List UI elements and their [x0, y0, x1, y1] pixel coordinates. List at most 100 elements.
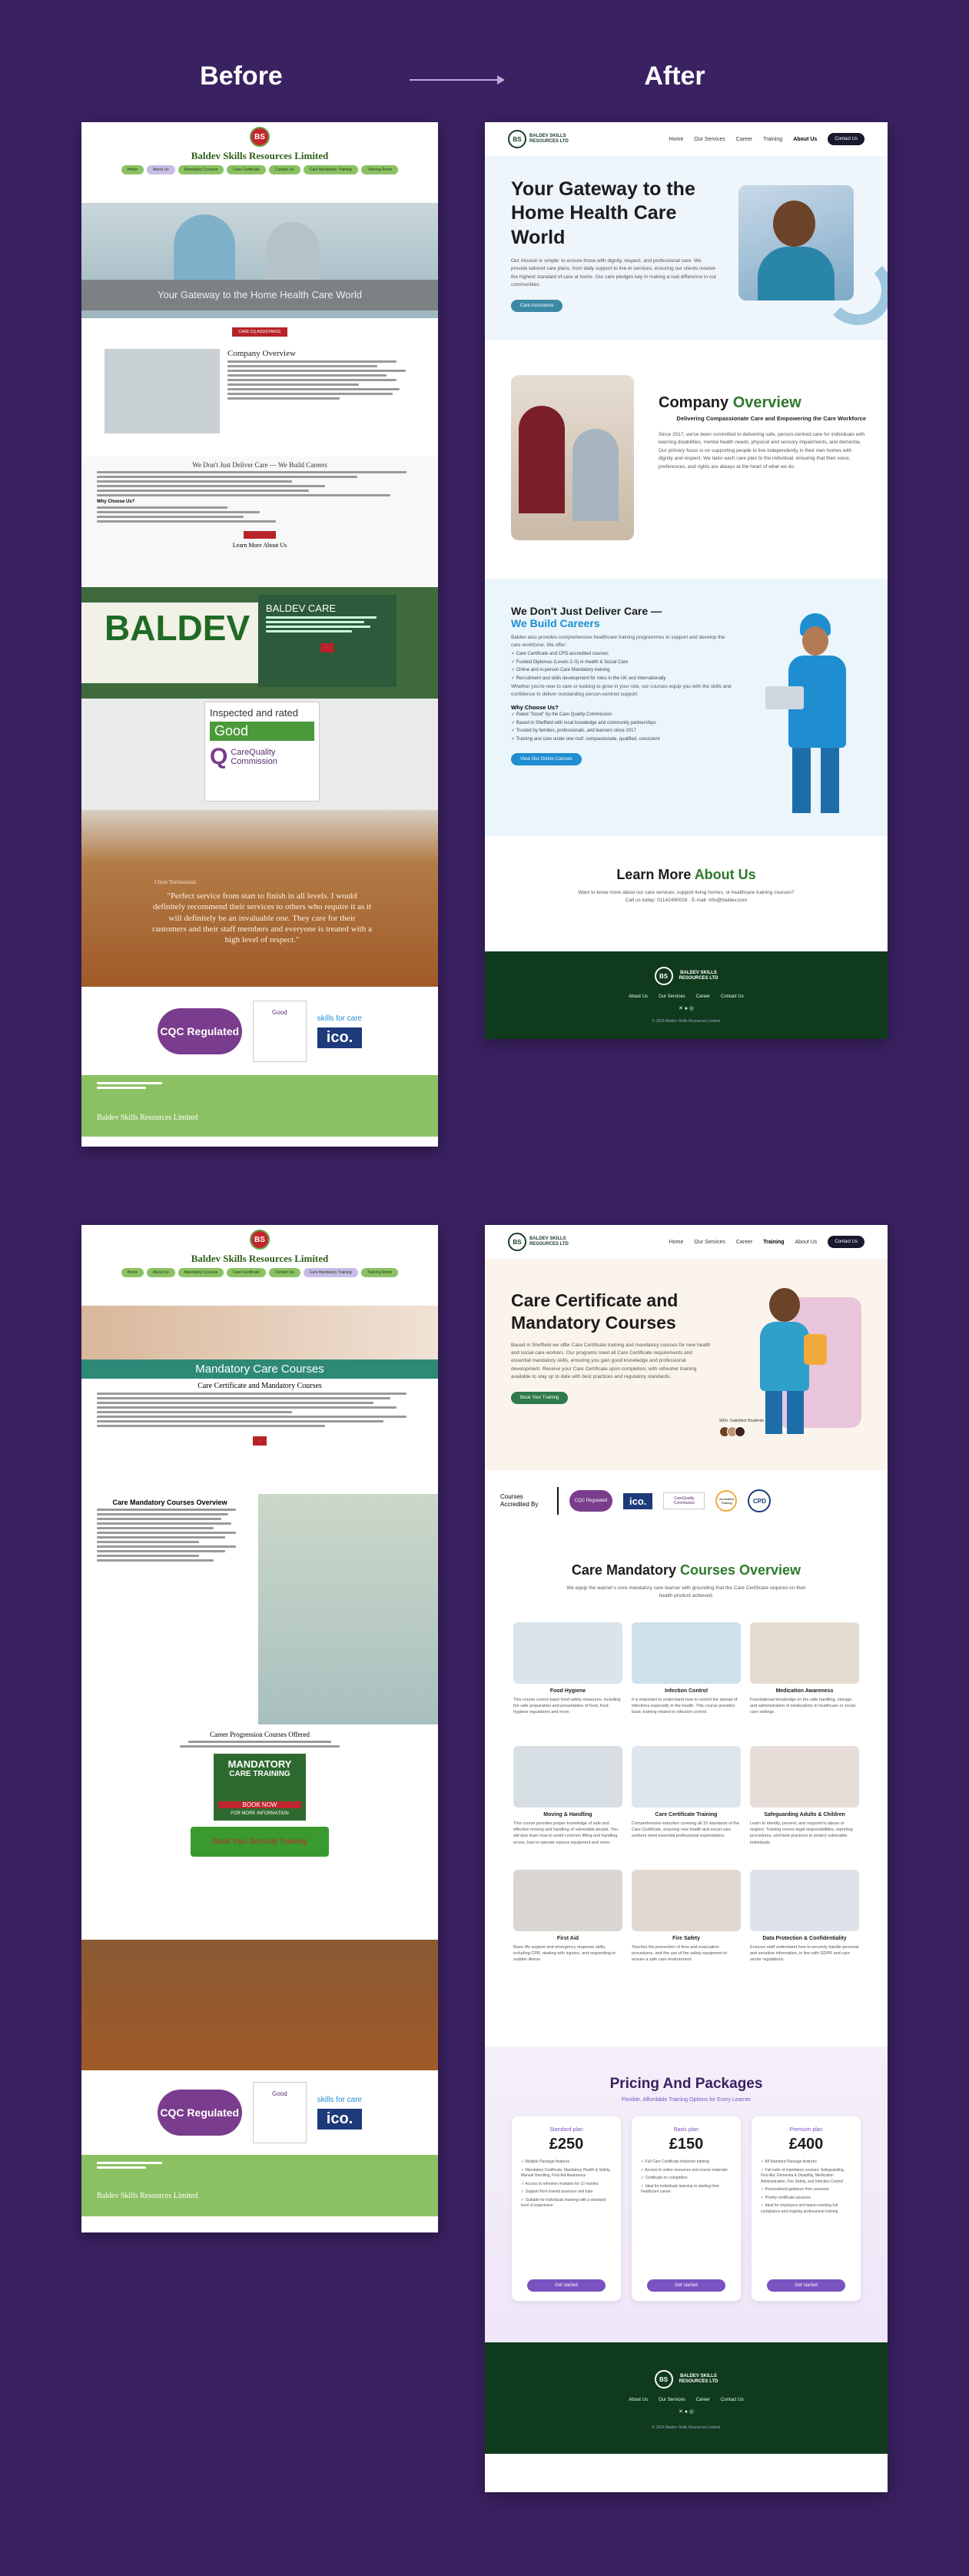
plan-feature: ✓ Ideal for employers and teams needing …	[761, 2203, 838, 2214]
course-text: Foundational knowledge on the safe handl…	[750, 1697, 855, 1715]
course-card[interactable]: Care Certificate Training Comprehensive i…	[632, 1745, 741, 1859]
why-item: ✓ Training and care under one roof: comp…	[511, 737, 660, 742]
new2-footer: BS BALDEV SKILLS RESOURCES LTD About Us Ou…	[485, 2342, 888, 2454]
old2-book-now[interactable]: BOOK NOW	[218, 1801, 301, 1808]
old-nav-care-cert[interactable]: Care Certificate	[227, 165, 266, 174]
careers-nurse-illustration	[758, 609, 873, 817]
old2-progression-title: Career Progression Courses Offered	[209, 1731, 310, 1738]
nav-services[interactable]: Our Services	[694, 137, 725, 142]
before-label: Before	[200, 61, 283, 91]
old-overview-photo	[105, 349, 220, 433]
course-card[interactable]: Safeguarding Adults & Children Learn to i…	[750, 1745, 859, 1859]
footer-logo[interactable]: BS	[654, 967, 673, 985]
student-illustration	[738, 1288, 831, 1434]
old2-nav-mandatory[interactable]: Mandatory Courses	[178, 1268, 224, 1277]
old-nav-home[interactable]: Home	[121, 165, 144, 174]
plan-name: Basic plan	[673, 2127, 699, 2133]
courses-overview: Care Mandatory Courses Overview We equip…	[485, 1532, 888, 2047]
new-hero: Your Gateway to the Home Health Care Wor…	[485, 156, 888, 340]
footer-link-career[interactable]: Career	[696, 994, 710, 999]
old2-nav-about[interactable]: About Us	[147, 1268, 175, 1277]
plan-button[interactable]: Get started	[767, 2279, 845, 2292]
footer-link-services[interactable]: Our Services	[659, 994, 685, 999]
nav2-training[interactable]: Training	[763, 1240, 784, 1245]
nav2-services[interactable]: Our Services	[694, 1240, 725, 1245]
new-overview: Company Overview Delivering Compassionat…	[485, 340, 888, 579]
careers-title-2: We Build Careers	[511, 617, 600, 629]
nav2-about[interactable]: About Us	[795, 1240, 818, 1245]
footer-link-about[interactable]: About Us	[629, 994, 648, 999]
footer2-link-about[interactable]: About Us	[629, 2398, 648, 2402]
new-nav: BS BALDEV SKILLS RESOURCES LTD Home Our S…	[485, 122, 888, 156]
learn-title-2: About Us	[694, 867, 756, 882]
overview-text: Since 2017, we've been committed to deli…	[659, 432, 865, 470]
new-logo[interactable]: BS	[508, 130, 526, 148]
plan-price: £400	[788, 2136, 824, 2153]
overview-subtitle: Delivering Compassionate Care and Empowe…	[676, 415, 866, 422]
old-learn-title: Learn More About Us	[232, 542, 287, 549]
course-card[interactable]: First Aid Basic life support and emergenc…	[513, 1869, 622, 1983]
old-hero-button[interactable]: CARE CQ ASSISTANCE	[232, 327, 287, 337]
nav2-home[interactable]: Home	[669, 1240, 684, 1245]
course-title: Care Certificate Training	[655, 1811, 718, 1817]
mandatory-line-2: CARE TRAINING	[229, 1770, 290, 1778]
new-footer: BS BALDEV SKILLS RESOURCES LTD About Us Ou…	[485, 951, 888, 1039]
old-nav-about[interactable]: About Us	[147, 165, 175, 174]
course-card[interactable]: Food Hygiene This course covers basic foo…	[513, 1622, 622, 1735]
course-text: Basic life support and emergency respons…	[513, 1944, 616, 1963]
old-nav-mandatory[interactable]: Mandatory Courses	[178, 165, 224, 174]
learn-title-1: Learn More	[616, 867, 692, 882]
plan-feature: ✓ All Standard Package features	[761, 2159, 817, 2164]
plan-button[interactable]: Get started	[647, 2279, 725, 2292]
footer2-link-career[interactable]: Career	[696, 2398, 710, 2402]
course-card[interactable]: Medication Awareness Foundational knowled…	[750, 1622, 859, 1735]
nav-training[interactable]: Training	[763, 137, 782, 142]
footer2-link-services[interactable]: Our Services	[659, 2398, 685, 2402]
overview-photo	[511, 375, 634, 540]
nav-career[interactable]: Career	[736, 137, 752, 142]
course-text: Learn to identify, prevent, and respond …	[750, 1821, 853, 1845]
nav-about[interactable]: About Us	[793, 137, 817, 142]
accreditor-cqc-good: CareQuality Commission	[663, 1492, 705, 1509]
footer-link-contact[interactable]: Contact Us	[721, 994, 744, 999]
old2-nav-mandatory-training[interactable]: Care Mandatory Training	[303, 1268, 358, 1277]
social2-icons[interactable]: ✕ ● ◎	[485, 2408, 888, 2415]
nav2-career[interactable]: Career	[736, 1240, 752, 1245]
nav-home[interactable]: Home	[669, 137, 684, 142]
course-card[interactable]: Fire Safety Teaches the prevention of fir…	[632, 1869, 741, 1983]
social-icons[interactable]: ✕ ● ◎	[485, 1005, 888, 1011]
old2-nav-training-room[interactable]: Training Room	[360, 1268, 399, 1277]
learn-contact[interactable]: Call us today: 01142490028 · E-mail: inf…	[485, 897, 888, 905]
old2-security-banner[interactable]: Book Your Security Training	[191, 1827, 329, 1857]
old2-skills-care: skills for care	[317, 2096, 363, 2104]
contact2-button[interactable]: Contact Us	[828, 1236, 864, 1248]
old-nav-mandatory-training[interactable]: Care Mandatory Training	[303, 165, 358, 174]
footer2-link-contact[interactable]: Contact Us	[721, 2398, 744, 2402]
contact-button[interactable]: Contact Us	[828, 133, 864, 145]
old2-sub: Care Certificate and Mandatory Courses	[197, 1382, 322, 1390]
old2-nav-contact[interactable]: Contact Us	[268, 1268, 300, 1277]
old2-cqc-small: Good	[252, 2082, 307, 2143]
old-nav-contact[interactable]: Contact Us	[268, 165, 300, 174]
careers-button[interactable]: View Our Online Courses	[511, 752, 582, 765]
new-hero-button[interactable]: Care Assistance	[511, 300, 563, 313]
old-why-title: Why Choose Us?	[97, 500, 135, 504]
old-nav-training-room[interactable]: Training Room	[360, 165, 399, 174]
decor-arc	[823, 256, 888, 325]
new-careers: We Don't Just Deliver Care — We Build Ca…	[485, 579, 888, 836]
plan-button[interactable]: Get started	[527, 2279, 606, 2292]
plan-feature: ✓ Full suite of mandatory courses: Safeg…	[761, 2167, 845, 2184]
course-card[interactable]: Moving & Handling This course provides pr…	[513, 1745, 622, 1859]
accreditation-strip: Courses Accredited By CQC Regulated ico.…	[485, 1470, 888, 1532]
course-text: Ensures staff understand how to securely…	[750, 1944, 859, 1963]
course-card[interactable]: Infection Control It is important to unde…	[632, 1622, 741, 1735]
new2-hero-button[interactable]: Book Your Training	[511, 1392, 569, 1405]
footer2-logo[interactable]: BS	[654, 2370, 673, 2388]
new2-logo[interactable]: BS	[508, 1233, 526, 1251]
old2-nav-home[interactable]: Home	[121, 1268, 144, 1277]
old2-nav-care-cert[interactable]: Care Certificate	[227, 1268, 266, 1277]
accreditor-ico: ico.	[623, 1492, 653, 1509]
course-card[interactable]: Data Protection & Confidentiality Ensures…	[750, 1869, 859, 1983]
old-hero-title: Your Gateway to the Home Health Care Wor…	[81, 280, 438, 310]
old2-cqc-regulated: CQC Regulated	[157, 2090, 242, 2136]
